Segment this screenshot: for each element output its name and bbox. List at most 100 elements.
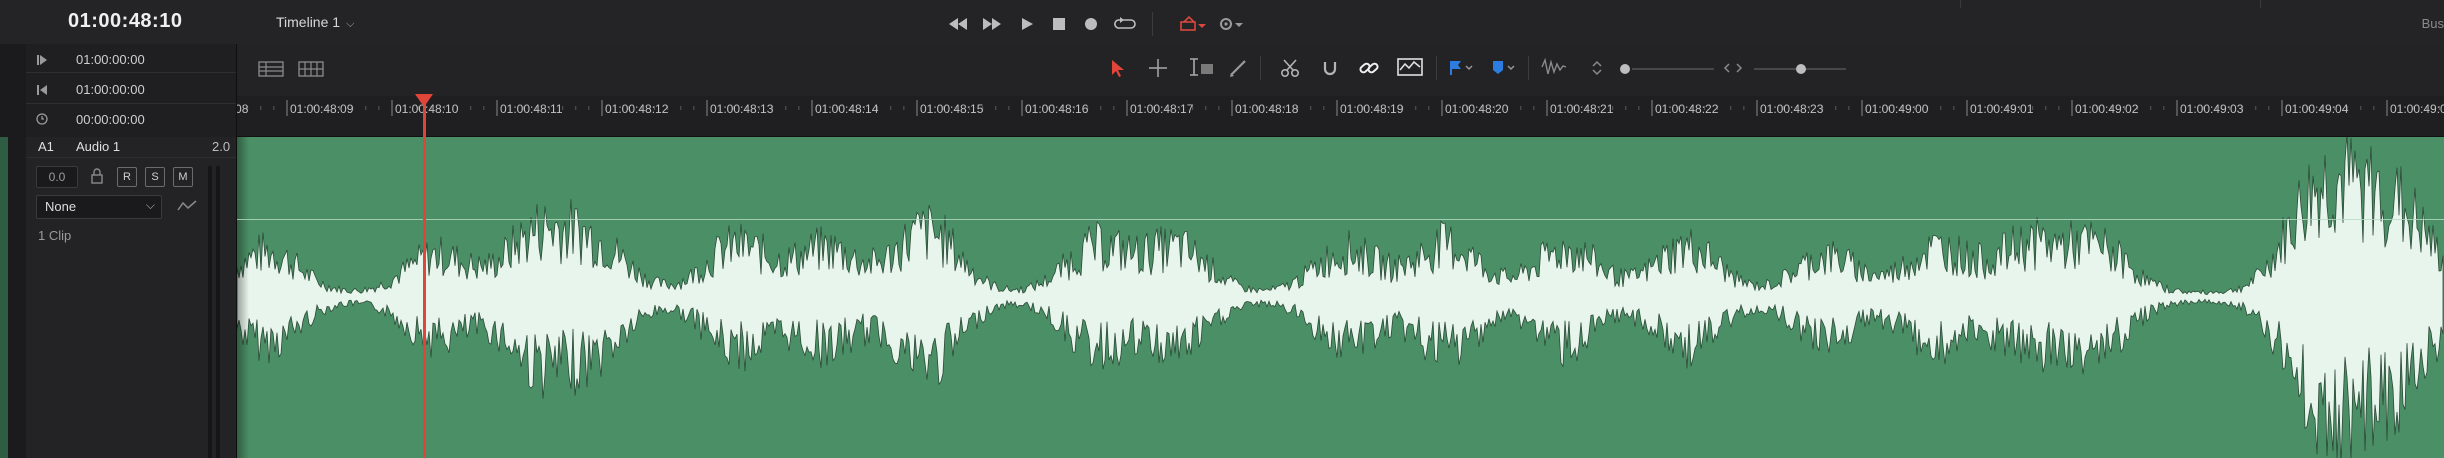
record-icon bbox=[1085, 18, 1097, 30]
automation-button[interactable] bbox=[176, 198, 198, 219]
selection-tool-button[interactable] bbox=[1108, 58, 1128, 83]
row-divider bbox=[26, 103, 236, 104]
transport-divider bbox=[1152, 12, 1153, 36]
timeline-ruler[interactable]: 01:00:48:0801:00:48:0901:00:48:1001:00:4… bbox=[237, 96, 2444, 137]
ruler-tick-label: 01:00:48:12 bbox=[605, 102, 669, 116]
row-divider bbox=[26, 72, 236, 73]
ruler-tick-label: 01:00:48:08 bbox=[237, 102, 249, 116]
stop-icon bbox=[1053, 18, 1065, 30]
audio-waveform-zoom-button[interactable] bbox=[1540, 56, 1570, 83]
track-volume-field[interactable]: 0.0 bbox=[36, 166, 78, 188]
flag-button[interactable] bbox=[1448, 58, 1476, 83]
fast-forward-button[interactable] bbox=[979, 12, 1005, 36]
timeline-selector[interactable]: Timeline 1 ⌵ bbox=[276, 14, 354, 31]
timecode-display: 01:00:48:10 bbox=[68, 10, 183, 32]
ruler-tick-label: 01:00:48:22 bbox=[1655, 102, 1719, 116]
audio-waveform bbox=[237, 137, 2444, 458]
track-id: A1 bbox=[38, 139, 54, 154]
ruler-tick-label: 01:00:48:20 bbox=[1445, 102, 1509, 116]
edit-toolbar bbox=[237, 44, 2444, 96]
crosshair-icon bbox=[1149, 59, 1167, 77]
fast-forward-icon bbox=[983, 18, 1001, 30]
clip-count: 1 Clip bbox=[38, 228, 72, 243]
duration-timecode: 00:00:00:00 bbox=[76, 112, 145, 127]
height-slider-track[interactable] bbox=[1632, 68, 1714, 70]
zoom-slider-knob[interactable] bbox=[1796, 64, 1806, 74]
play-icon bbox=[1022, 18, 1033, 30]
ruler-tick-label: 01:00:48:13 bbox=[710, 102, 774, 116]
track-gutter bbox=[8, 137, 26, 458]
ruler-tick-label: 01:00:49:05 bbox=[2390, 102, 2444, 116]
rewind-button[interactable] bbox=[945, 12, 971, 36]
stop-button[interactable] bbox=[1046, 12, 1072, 36]
loop-icon bbox=[1114, 17, 1136, 29]
track-color-strip bbox=[0, 137, 8, 458]
linked-selection-button[interactable] bbox=[1358, 58, 1380, 83]
position-lock-button[interactable] bbox=[1396, 56, 1424, 83]
snapping-button[interactable] bbox=[1320, 58, 1340, 83]
waveform-shape bbox=[237, 137, 2444, 458]
solo-button[interactable]: S bbox=[145, 167, 165, 187]
loop-button[interactable] bbox=[1112, 12, 1138, 36]
ruler-tick-label: 01:00:49:04 bbox=[2285, 102, 2349, 116]
row-divider bbox=[26, 157, 236, 158]
in-point-icon bbox=[36, 53, 48, 71]
duration-icon bbox=[36, 112, 48, 130]
pointer-icon bbox=[1112, 60, 1124, 77]
ruler-tick-label: 01:00:49:02 bbox=[2075, 102, 2139, 116]
razor-button[interactable] bbox=[1280, 58, 1302, 83]
track-effect-dropdown[interactable]: None ⌵ bbox=[36, 195, 162, 219]
playhead-marker[interactable] bbox=[415, 94, 433, 107]
pencil-icon bbox=[1230, 60, 1246, 77]
out-timecode: 01:00:00:00 bbox=[76, 82, 145, 97]
ruler-tick-label: 01:00:48:16 bbox=[1025, 102, 1089, 116]
link-icon bbox=[1359, 62, 1379, 74]
height-slider-knob[interactable] bbox=[1620, 64, 1630, 74]
range-select-button[interactable] bbox=[1186, 56, 1216, 83]
ruler-tick-label: 01:00:49:03 bbox=[2180, 102, 2244, 116]
grid-view-icon bbox=[298, 61, 324, 77]
trim-tool-button[interactable] bbox=[1148, 58, 1168, 83]
toolbar-divider bbox=[1260, 56, 1261, 80]
in-timecode: 01:00:00:00 bbox=[76, 52, 145, 67]
toolbar-divider bbox=[1528, 56, 1529, 80]
list-view-button[interactable] bbox=[258, 60, 284, 83]
volume-line[interactable] bbox=[237, 219, 2444, 220]
ruler-tick-label: 01:00:48:19 bbox=[1340, 102, 1404, 116]
meter-right bbox=[216, 166, 220, 458]
top-divider bbox=[1960, 0, 1961, 8]
record-button[interactable] bbox=[1078, 12, 1104, 36]
lock-icon bbox=[91, 168, 103, 184]
timeline-name: Timeline 1 bbox=[276, 14, 341, 30]
chevron-down-icon: ⌵ bbox=[346, 18, 355, 30]
track-height-toggle[interactable] bbox=[1590, 58, 1604, 83]
record-arm-button[interactable]: R bbox=[117, 167, 137, 187]
mute-button[interactable]: M bbox=[173, 167, 193, 187]
playhead-line[interactable] bbox=[423, 96, 426, 458]
ruler-tick-label: 01:00:48:23 bbox=[1760, 102, 1824, 116]
ruler-tick-label: 01:00:48:09 bbox=[290, 102, 354, 116]
ruler-tick-label: 01:00:49:00 bbox=[1865, 102, 1929, 116]
ruler-tick-label: 01:00:48:11 bbox=[500, 102, 563, 116]
marker-button[interactable] bbox=[1490, 58, 1518, 83]
grid-view-button[interactable] bbox=[298, 60, 324, 83]
ruler-tick-label: 01:00:48:21 bbox=[1550, 102, 1614, 116]
toolbar-divider bbox=[1436, 56, 1437, 80]
track-channels: 2.0 bbox=[212, 139, 231, 154]
clip-mode-button[interactable] bbox=[1176, 12, 1210, 36]
rewind-icon bbox=[949, 18, 967, 30]
track-lock-button[interactable] bbox=[90, 168, 104, 189]
track-name[interactable]: Audio 1 bbox=[76, 139, 120, 154]
track-effect-value: None bbox=[45, 199, 77, 214]
play-button[interactable] bbox=[1014, 12, 1040, 36]
ruler-tick-label: 01:00:48:14 bbox=[815, 102, 879, 116]
waveform-lock-icon bbox=[1397, 58, 1423, 76]
pencil-tool-button[interactable] bbox=[1228, 58, 1250, 83]
chevron-down-icon: ⌵ bbox=[145, 198, 155, 212]
clip-edge-shadow bbox=[237, 137, 249, 458]
audio-clip[interactable] bbox=[237, 137, 2444, 458]
zoom-width-icon bbox=[1722, 58, 1744, 83]
clip-mode-icon bbox=[1180, 15, 1206, 31]
bus-label: Bus bbox=[2421, 16, 2444, 31]
snap-settings-button[interactable] bbox=[1214, 12, 1248, 36]
